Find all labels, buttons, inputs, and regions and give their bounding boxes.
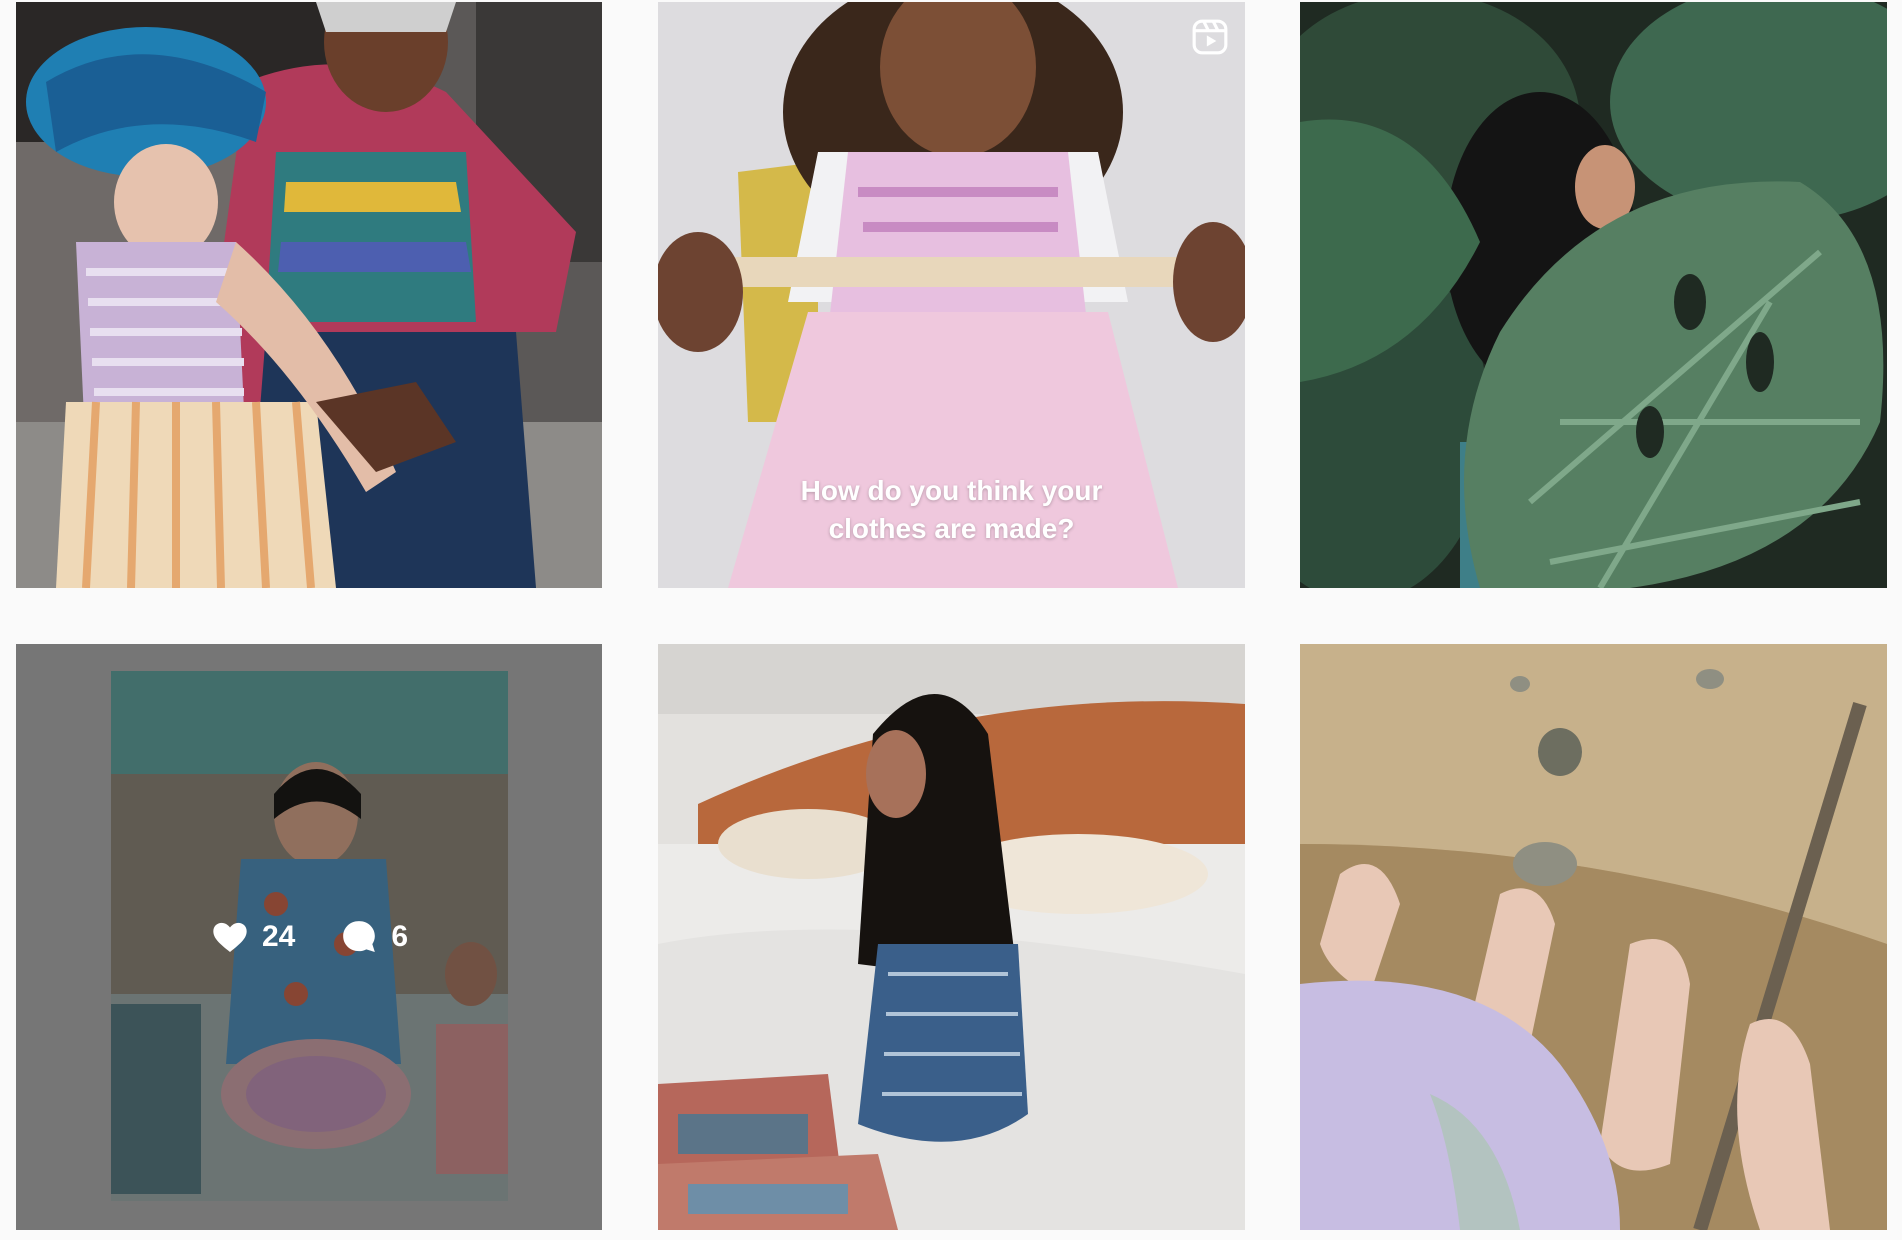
- comment-icon: [343, 921, 376, 952]
- post-image-3: [1300, 2, 1887, 588]
- reel-icon: [1192, 19, 1228, 55]
- reel-caption: How do you think your clothes are made?: [658, 472, 1245, 548]
- reel-caption-line-1: How do you think your: [800, 475, 1103, 506]
- post-tile-5[interactable]: [658, 644, 1245, 1230]
- post-grid: How do you think your clothes are made?: [0, 0, 1902, 1240]
- comments-count: 6: [391, 920, 409, 953]
- reel-caption-line-2: clothes are made?: [828, 513, 1075, 544]
- likes-count: 24: [261, 920, 296, 953]
- heart-icon: [213, 922, 247, 952]
- post-image-5: [658, 644, 1245, 1230]
- post-tile-6[interactable]: [1300, 644, 1887, 1230]
- post-image-1: [16, 2, 602, 588]
- post-tile-1[interactable]: [16, 2, 602, 588]
- post-tile-3[interactable]: [1300, 2, 1887, 588]
- post-image-6: [1300, 644, 1887, 1230]
- comments-stat: 6: [339, 917, 408, 957]
- post-tile-4[interactable]: 24 6: [16, 644, 602, 1230]
- post-hover-overlay: 24 6: [16, 644, 602, 1230]
- post-tile-2[interactable]: How do you think your clothes are made?: [658, 2, 1245, 588]
- likes-stat: 24: [210, 917, 295, 957]
